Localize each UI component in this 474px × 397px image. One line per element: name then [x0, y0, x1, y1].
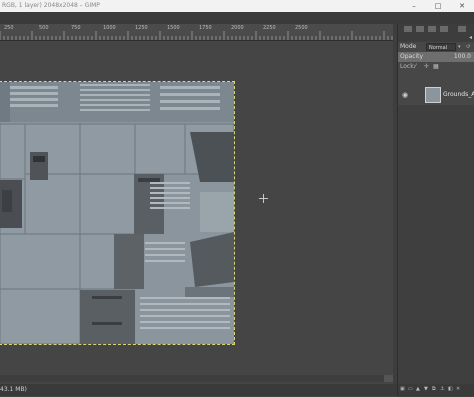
opacity-slider[interactable]: Opacity 100.0 — [398, 52, 474, 62]
scrollbar-grip[interactable] — [384, 375, 393, 382]
status-bar: 43.1 MB) — [0, 384, 397, 396]
brush-lock-icon[interactable]: ⁄ — [415, 62, 416, 72]
lock-label: Lock: — [400, 63, 416, 70]
reset-mode-icon[interactable]: ↺ — [466, 43, 472, 51]
raise-layer-icon[interactable]: ▲ — [416, 386, 423, 393]
new-layer-icon[interactable]: ▣ — [400, 386, 407, 393]
layer-row[interactable]: ◉ Grounds_Alb — [398, 85, 474, 105]
ruler-label: 2250 — [263, 25, 276, 31]
ruler-label: 1750 — [199, 25, 212, 31]
mask-layer-icon[interactable]: ◧ — [448, 386, 455, 393]
layer-thumbnail[interactable] — [425, 87, 441, 103]
panel-bottom-toolbar: ▣ ▭ ▲ ▼ ⧉ ⚓ ◧ ✕ — [398, 384, 474, 396]
panel-tab-icon[interactable] — [428, 26, 436, 32]
panel-tab-icon[interactable] — [416, 26, 424, 32]
menu-bar — [0, 12, 474, 24]
minimize-button[interactable]: – — [405, 0, 423, 12]
ruler-ticks — [0, 31, 393, 40]
ruler-label: 250 — [4, 25, 14, 31]
ruler-label: 1500 — [167, 25, 180, 31]
mode-label: Mode — [400, 43, 417, 50]
texture-image — [0, 82, 234, 344]
mode-chevron-icon[interactable]: ▾ — [458, 43, 464, 51]
layer-list: ◉ Grounds_Alb — [398, 85, 474, 397]
layer-name[interactable]: Grounds_Alb — [443, 85, 474, 105]
alpha-lock-icon[interactable]: ▦ — [433, 62, 439, 72]
horizontal-ruler: 250 500 750 1000 1250 1500 1750 2000 225… — [0, 24, 393, 41]
mode-select[interactable]: Normal — [426, 43, 456, 51]
panel-tab-icon[interactable] — [440, 26, 448, 32]
duplicate-layer-icon[interactable]: ⧉ — [432, 386, 439, 393]
opacity-value: 100.0 — [453, 53, 471, 60]
ruler-label: 2500 — [295, 25, 308, 31]
ruler-label: 1000 — [103, 25, 116, 31]
ruler-label: 1250 — [135, 25, 148, 31]
ruler-label: 750 — [71, 25, 81, 31]
window-title: RGB, 1 layer) 2048x2048 – GIMP — [2, 2, 100, 9]
panel-menu-icon[interactable]: ◂ — [469, 34, 472, 41]
memory-usage-text: 43.1 MB) — [0, 386, 27, 393]
ruler-label: 2000 — [231, 25, 244, 31]
ruler-label: 500 — [39, 25, 49, 31]
delete-layer-icon[interactable]: ✕ — [456, 386, 463, 393]
panel-tab-icon[interactable] — [458, 26, 466, 32]
new-group-icon[interactable]: ▭ — [408, 386, 415, 393]
title-bar: RGB, 1 layer) 2048x2048 – GIMP – □ ✕ — [0, 0, 474, 12]
anchor-layer-icon[interactable]: ⚓ — [440, 386, 447, 393]
maximize-button[interactable]: □ — [429, 0, 447, 12]
opacity-label: Opacity — [400, 53, 424, 60]
opacity-row: Opacity 100.0 — [398, 52, 474, 62]
horizontal-scrollbar[interactable] — [0, 375, 393, 382]
lower-layer-icon[interactable]: ▼ — [424, 386, 431, 393]
crosshair-pointer-icon — [259, 194, 268, 203]
position-lock-icon[interactable]: ✛ — [424, 62, 429, 72]
canvas-image[interactable] — [0, 81, 235, 345]
panel-tabs — [398, 24, 474, 34]
mode-value: Normal — [429, 45, 448, 51]
panel-header: ◂ — [398, 34, 474, 42]
layers-panel: ◂ Mode Normal ▾ ↺ Opacity 100.0 Lock: ⁄ … — [397, 24, 474, 397]
lock-row: Lock: ⁄ ✛ ▦ — [398, 62, 474, 72]
visibility-eye-icon[interactable]: ◉ — [402, 91, 408, 99]
panel-tab-icon[interactable] — [404, 26, 412, 32]
mode-row: Mode Normal ▾ ↺ — [398, 42, 474, 52]
close-button[interactable]: ✕ — [453, 0, 471, 12]
